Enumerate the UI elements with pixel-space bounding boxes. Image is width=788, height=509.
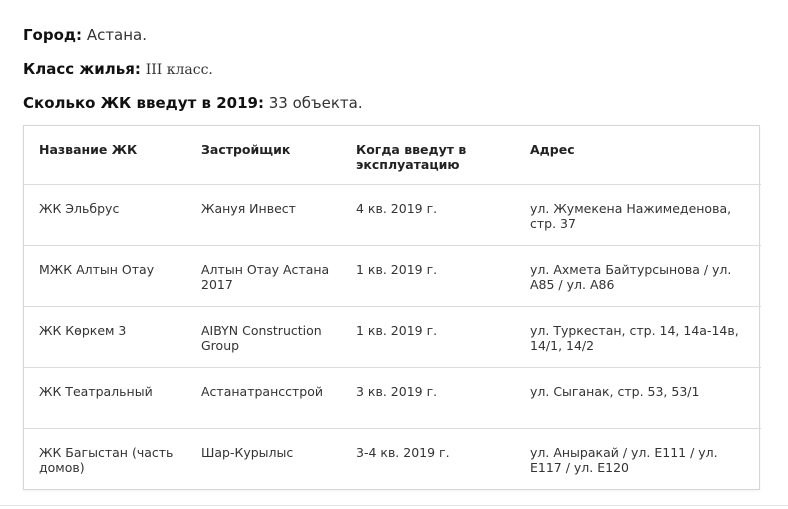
table-row: ЖК Театральный Астанатрансстрой 3 кв. 20… [24, 367, 761, 429]
table-row: ЖК Багыстан (часть домов) Шар-Курылыс 3-… [24, 428, 761, 489]
table-header-row: Название ЖК Застройщик Когда введут в эк… [24, 126, 761, 185]
housing-class-value: III класс. [145, 62, 213, 78]
table-row: ЖК Көркем 3 AIBYN Construction Group 1 к… [24, 306, 761, 368]
cell-commissioning: 1 кв. 2019 г. [341, 306, 515, 368]
complexes-table-container: Название ЖК Застройщик Когда введут в эк… [23, 125, 761, 490]
complexes-table: Название ЖК Застройщик Когда введут в эк… [24, 126, 761, 489]
cell-commissioning: 4 кв. 2019 г. [341, 184, 515, 246]
cell-developer: Алтын Отау Астана 2017 [186, 245, 341, 307]
city-value: Астана. [86, 26, 148, 44]
cell-commissioning: 1 кв. 2019 г. [341, 245, 515, 307]
header-developer: Застройщик [201, 142, 291, 157]
info-class-line: Класс жилья: III класс. [23, 59, 213, 80]
cell-name: ЖК Театральный [24, 367, 186, 429]
complex-count-label: Сколько ЖК введут в 2019: [23, 94, 264, 112]
housing-class-label: Класс жилья: [23, 60, 141, 78]
table-row: ЖК Эльбрус Жануя Инвест 4 кв. 2019 г. ул… [24, 184, 761, 246]
info-city-line: Город: Астана. [23, 25, 147, 45]
page-divider [0, 505, 788, 506]
cell-address: ул. Сыганак, стр. 53, 53/1 [515, 367, 761, 429]
cell-name: ЖК Багыстан (часть домов) [24, 428, 186, 489]
complex-count-value: 33 объекта. [268, 94, 363, 112]
cell-commissioning: 3-4 кв. 2019 г. [341, 428, 515, 489]
cell-developer: AIBYN Construction Group [186, 306, 341, 368]
header-address: Адрес [530, 142, 575, 157]
cell-address: ул. Жумекена Нажимеденова, стр. 37 [515, 184, 761, 246]
city-label: Город: [23, 26, 83, 44]
cell-address: ул. Аныракай / ул. Е111 / ул. Е117 / ул.… [515, 428, 761, 489]
cell-developer: Жануя Инвест [186, 184, 341, 246]
cell-commissioning: 3 кв. 2019 г. [341, 367, 515, 429]
cell-name: МЖК Алтын Отау [24, 245, 186, 307]
cell-developer: Шар-Курылыс [186, 428, 341, 489]
cell-address: ул. Ахмета Байтурсынова / ул. А85 / ул. … [515, 245, 761, 307]
table-row: МЖК Алтын Отау Алтын Отау Астана 2017 1 … [24, 245, 761, 307]
cell-name: ЖК Эльбрус [24, 184, 186, 246]
info-count-line: Сколько ЖК введут в 2019: 33 объекта. [23, 93, 363, 113]
header-name: Название ЖК [39, 142, 138, 157]
cell-developer: Астанатрансстрой [186, 367, 341, 429]
header-commissioning: Когда введут в эксплуатацию [356, 142, 467, 172]
cell-name: ЖК Көркем 3 [24, 306, 186, 368]
cell-address: ул. Туркестан, стр. 14, 14а-14в, 14/1, 1… [515, 306, 761, 368]
